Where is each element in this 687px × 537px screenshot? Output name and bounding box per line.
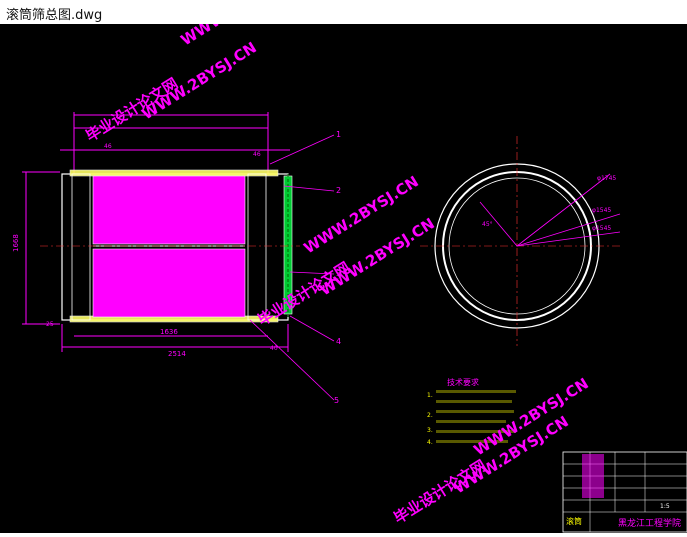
dim-46-left: 46 <box>104 143 112 150</box>
tech-note-4: 4. <box>427 439 433 446</box>
cad-drawing-canvas[interactable]: 46 46 1668 1636 2514 25 40 1 2 3 4 5 φ17… <box>0 0 687 533</box>
cad-drawing: 46 46 1668 1636 2514 25 40 1 2 3 4 5 φ17… <box>12 0 687 533</box>
tech-title: 技术要求 <box>447 377 479 387</box>
window-title-bar: 滚筒筛总图.dwg <box>0 0 687 25</box>
dim-46-right: 46 <box>253 151 261 158</box>
dim-25-left: 25 <box>46 321 54 328</box>
dim-circle-3: φ1545 <box>592 225 611 232</box>
dim-inner-length: 1636 <box>160 328 178 336</box>
title-block: 滚筒 黑龙江工程学院 1:5 <box>562 451 687 533</box>
tech-note-3: 3. <box>427 427 433 434</box>
watermark-name-2: 毕业设计论文网 <box>255 258 354 329</box>
callout-4: 4 <box>336 337 341 346</box>
callout-5: 5 <box>334 396 339 405</box>
dim-circle-1: φ1745 <box>597 175 616 182</box>
end-view: φ1745 φ1545 φ1545 45° <box>420 136 621 346</box>
dim-circle-2: φ1545 <box>592 207 611 214</box>
window-title: 滚筒筛总图.dwg <box>6 8 103 23</box>
callout-1: 1 <box>336 130 341 139</box>
title-block-school: 黑龙江工程学院 <box>618 517 681 529</box>
title-block-name: 滚筒 <box>566 516 582 526</box>
tech-note-2: 2. <box>427 412 433 419</box>
dim-angle: 45° <box>482 221 493 228</box>
front-view: 46 46 1668 1636 2514 25 40 1 2 3 4 5 <box>12 112 341 405</box>
dim-40: 40 <box>270 345 278 352</box>
watermark-site-2: WWW.2BYSJ.CN <box>139 38 260 123</box>
callout-2: 2 <box>336 186 341 195</box>
title-block-scale: 1:5 <box>660 503 670 510</box>
tech-note-1: 1. <box>427 392 433 399</box>
dim-total-length: 2514 <box>168 350 186 358</box>
dim-overall-height: 1668 <box>12 234 20 252</box>
